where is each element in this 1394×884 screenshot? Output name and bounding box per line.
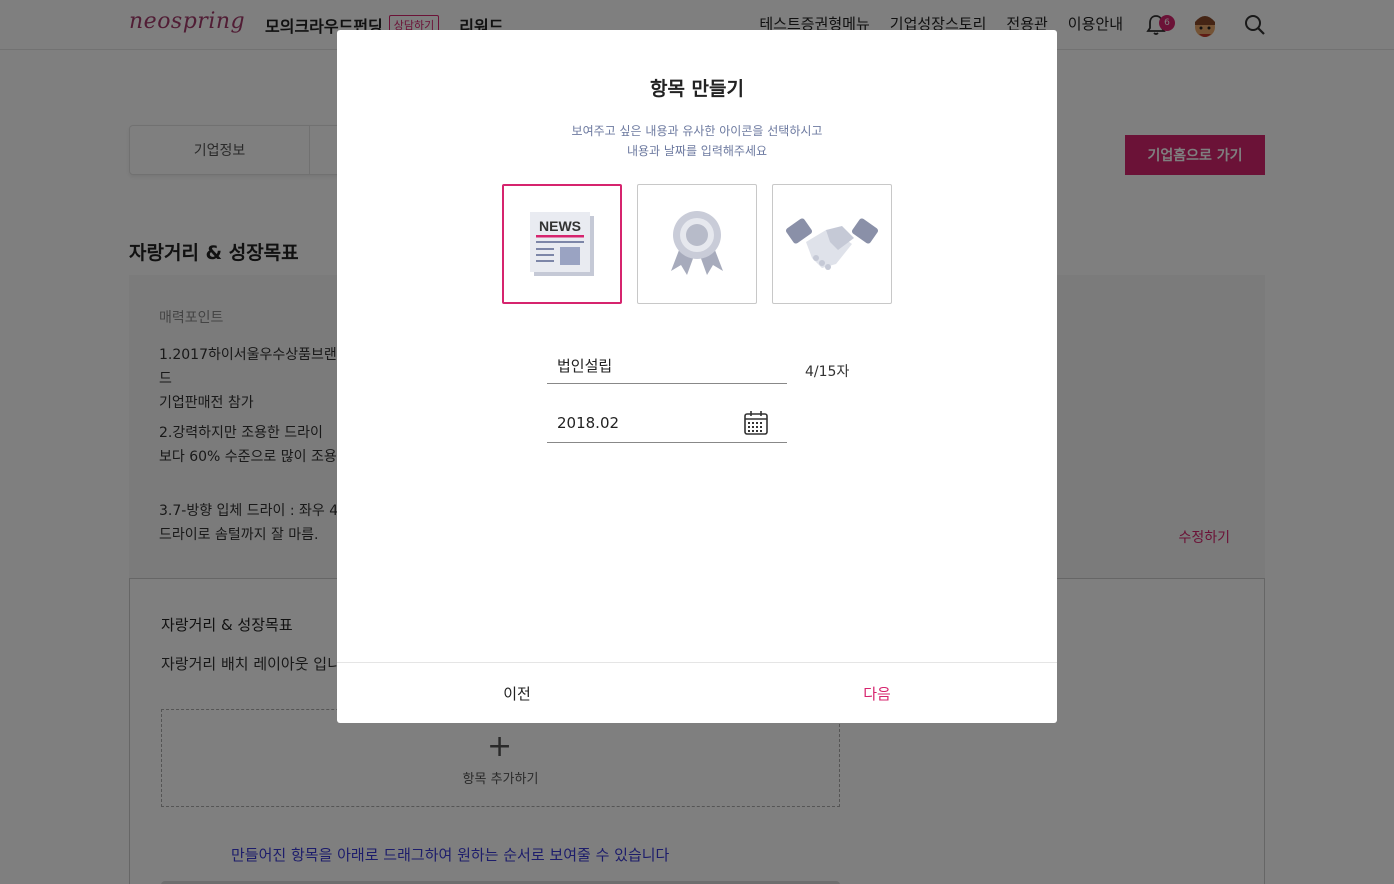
item-name-field[interactable]: 법인설립 xyxy=(547,340,787,384)
modal-title: 항목 만들기 xyxy=(649,78,744,100)
icon-option-award[interactable] xyxy=(637,184,757,304)
modal-subtitle-line2: 내용과 날짜를 입력해주세요 xyxy=(626,144,768,158)
modal-subtitle: 보여주고 싶은 내용과 유사한 아이콘을 선택하시고 내용과 날짜를 입력해주세… xyxy=(337,121,1057,161)
modal-footer: 이전 다음 xyxy=(337,662,1057,723)
modal-subtitle-line1: 보여주고 싶은 내용과 유사한 아이콘을 선택하시고 xyxy=(571,124,823,138)
create-item-modal: 항목 만들기 보여주고 싶은 내용과 유사한 아이콘을 선택하시고 내용과 날짜… xyxy=(337,30,1057,723)
icon-option-news[interactable]: NEWS xyxy=(502,184,622,304)
date-field[interactable]: 2018.02 xyxy=(547,399,787,443)
award-icon xyxy=(671,211,723,275)
news-icon-text: NEWS xyxy=(539,218,581,234)
handshake-icon xyxy=(786,218,878,270)
item-name-value: 법인설립 xyxy=(557,357,613,375)
icon-options: NEWS xyxy=(502,184,892,304)
date-value: 2018.02 xyxy=(557,414,620,432)
calendar-icon[interactable] xyxy=(743,410,769,436)
char-counter: 4/15자 xyxy=(805,364,850,380)
prev-button[interactable]: 이전 xyxy=(337,663,697,723)
news-icon: NEWS xyxy=(530,212,594,276)
icon-option-handshake[interactable] xyxy=(772,184,892,304)
next-button[interactable]: 다음 xyxy=(697,663,1057,723)
